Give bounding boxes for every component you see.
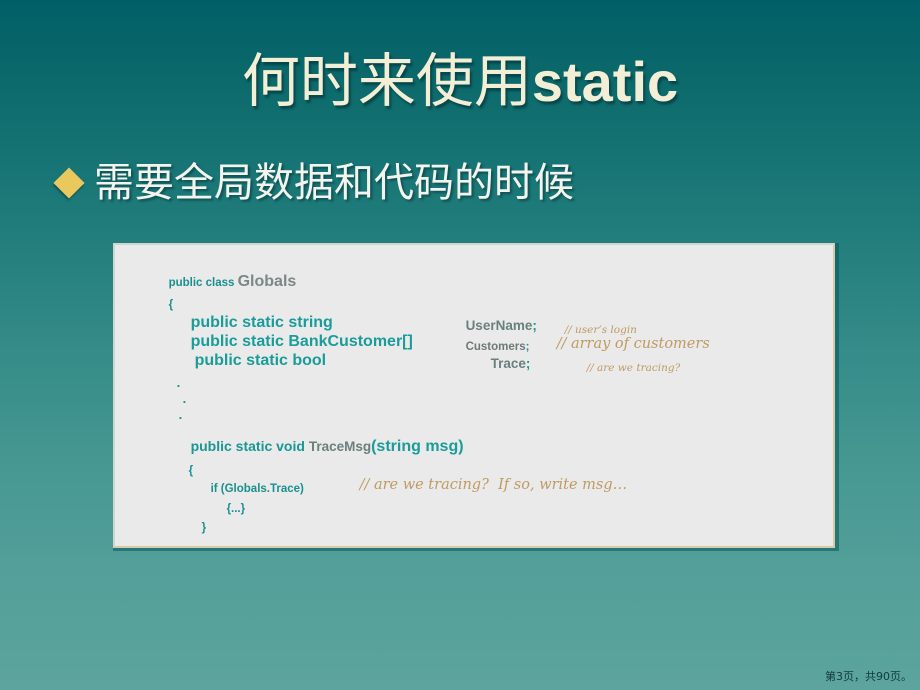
code-dot: . [182,391,187,406]
code-comment: // are we tracing? If so, write msg… [359,477,628,493]
diamond-bullet-icon [53,167,85,199]
code-keyword: public class [168,277,235,289]
code-comment: // are we tracing? [586,362,681,374]
slide-canvas: 何时来使用static 需要全局数据和代码的时候 public class Gl… [0,0,920,690]
code-method-signature: (string msg) [371,438,464,455]
code-identifier: Trace [490,356,526,371]
code-class-name: Globals [237,273,297,290]
bullet-item-label: 需要全局数据和代码的时候 [94,160,574,206]
code-line-close-brace-method: } [166,500,207,546]
code-panel: public class Globals { public static str… [113,243,835,548]
code-brace: } [201,522,207,534]
code-keyword: public static bool [194,352,327,369]
page-footer: 第3页，共90页。 [825,670,912,683]
page-title-latin: static [531,50,679,113]
code-method-name: TraceMsg [308,439,372,454]
page-title-cjk: 何时来使用 [241,47,532,115]
code-field-trace-name: Trace; [455,337,531,391]
code-comment-if-trace: // are we tracing? If so, write msg… [324,458,628,512]
bullet-item: 需要全局数据和代码的时候 [53,160,574,206]
code-comment-trace: // are we tracing? [551,340,681,394]
code-keyword: public static void [190,438,305,454]
code-block-placeholder: {...} [226,503,246,515]
page-title: 何时来使用static [0,48,920,115]
code-semicolon: ; [525,356,531,371]
code-listing: public class Globals { public static str… [133,255,827,542]
